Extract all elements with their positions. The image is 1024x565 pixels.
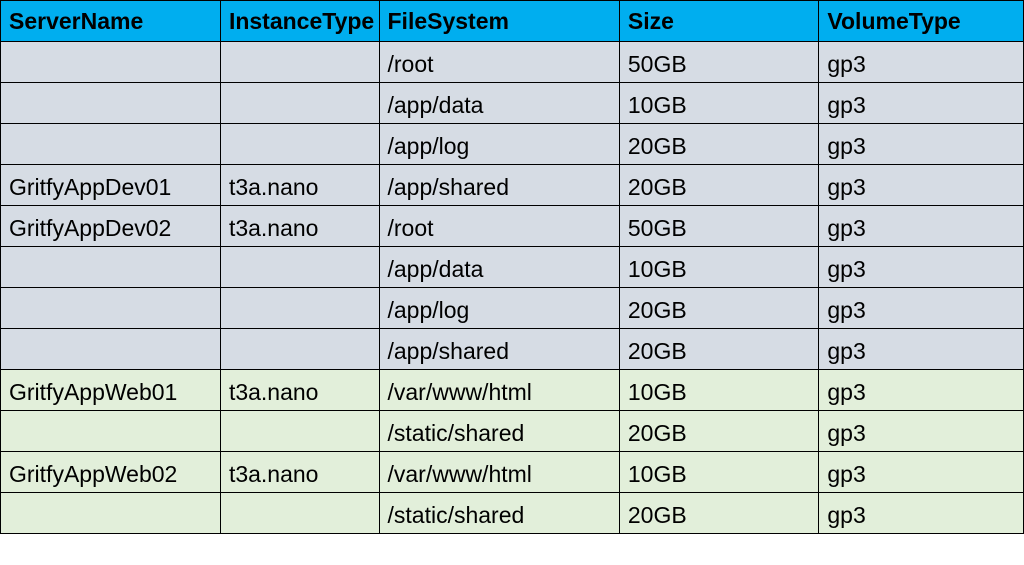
cell-fs: /app/data [379, 247, 619, 288]
cell-volume: gp3 [819, 370, 1024, 411]
cell-instance [220, 42, 379, 83]
cell-instance: t3a.nano [220, 165, 379, 206]
table-row: /app/log20GBgp3 [1, 288, 1024, 329]
table-row: GritfyAppDev01t3a.nano/app/shared20GBgp3 [1, 165, 1024, 206]
cell-server [1, 42, 221, 83]
table-row: GritfyAppWeb01t3a.nano/var/www/html10GBg… [1, 370, 1024, 411]
cell-fs: /var/www/html [379, 370, 619, 411]
table-body: /root50GBgp3/app/data10GBgp3/app/log20GB… [1, 42, 1024, 534]
cell-server [1, 247, 221, 288]
cell-volume: gp3 [819, 329, 1024, 370]
cell-fs: /root [379, 206, 619, 247]
col-header-instance: InstanceType [220, 1, 379, 42]
cell-instance [220, 288, 379, 329]
header-row: ServerName InstanceType FileSystem Size … [1, 1, 1024, 42]
col-header-volume: VolumeType [819, 1, 1024, 42]
cell-instance: t3a.nano [220, 370, 379, 411]
cell-size: 50GB [619, 42, 818, 83]
cell-server: GritfyAppDev01 [1, 165, 221, 206]
cell-server [1, 329, 221, 370]
cell-fs: /static/shared [379, 493, 619, 534]
table-row: /root50GBgp3 [1, 42, 1024, 83]
cell-instance [220, 329, 379, 370]
cell-size: 10GB [619, 247, 818, 288]
cell-instance [220, 411, 379, 452]
cell-fs: /app/shared [379, 165, 619, 206]
cell-fs: /app/data [379, 83, 619, 124]
cell-volume: gp3 [819, 83, 1024, 124]
cell-server [1, 493, 221, 534]
cell-volume: gp3 [819, 124, 1024, 165]
cell-volume: gp3 [819, 42, 1024, 83]
col-header-server: ServerName [1, 1, 221, 42]
table-row: /app/log20GBgp3 [1, 124, 1024, 165]
cell-volume: gp3 [819, 493, 1024, 534]
cell-fs: /app/shared [379, 329, 619, 370]
cell-fs: /root [379, 42, 619, 83]
cell-instance [220, 493, 379, 534]
col-header-fs: FileSystem [379, 1, 619, 42]
cell-volume: gp3 [819, 288, 1024, 329]
cell-server: GritfyAppWeb01 [1, 370, 221, 411]
cell-fs: /app/log [379, 124, 619, 165]
cell-size: 20GB [619, 124, 818, 165]
cell-instance [220, 247, 379, 288]
server-volume-table: ServerName InstanceType FileSystem Size … [0, 0, 1024, 534]
cell-server [1, 411, 221, 452]
cell-instance: t3a.nano [220, 206, 379, 247]
cell-size: 20GB [619, 288, 818, 329]
table-row: /app/data10GBgp3 [1, 83, 1024, 124]
cell-instance [220, 83, 379, 124]
cell-size: 20GB [619, 165, 818, 206]
cell-server [1, 83, 221, 124]
cell-server [1, 288, 221, 329]
cell-size: 20GB [619, 411, 818, 452]
cell-server: GritfyAppWeb02 [1, 452, 221, 493]
cell-instance [220, 124, 379, 165]
cell-volume: gp3 [819, 452, 1024, 493]
data-table: ServerName InstanceType FileSystem Size … [0, 0, 1024, 534]
table-row: GritfyAppWeb02t3a.nano/var/www/html10GBg… [1, 452, 1024, 493]
col-header-size: Size [619, 1, 818, 42]
cell-size: 10GB [619, 452, 818, 493]
cell-volume: gp3 [819, 165, 1024, 206]
cell-volume: gp3 [819, 206, 1024, 247]
cell-size: 50GB [619, 206, 818, 247]
cell-fs: /static/shared [379, 411, 619, 452]
cell-fs: /var/www/html [379, 452, 619, 493]
cell-size: 10GB [619, 370, 818, 411]
cell-instance: t3a.nano [220, 452, 379, 493]
cell-volume: gp3 [819, 411, 1024, 452]
cell-server [1, 124, 221, 165]
cell-fs: /app/log [379, 288, 619, 329]
cell-size: 20GB [619, 493, 818, 534]
table-row: /app/data10GBgp3 [1, 247, 1024, 288]
table-row: /app/shared20GBgp3 [1, 329, 1024, 370]
cell-volume: gp3 [819, 247, 1024, 288]
cell-server: GritfyAppDev02 [1, 206, 221, 247]
table-row: GritfyAppDev02t3a.nano/root50GBgp3 [1, 206, 1024, 247]
cell-size: 10GB [619, 83, 818, 124]
table-row: /static/shared20GBgp3 [1, 493, 1024, 534]
table-row: /static/shared20GBgp3 [1, 411, 1024, 452]
cell-size: 20GB [619, 329, 818, 370]
